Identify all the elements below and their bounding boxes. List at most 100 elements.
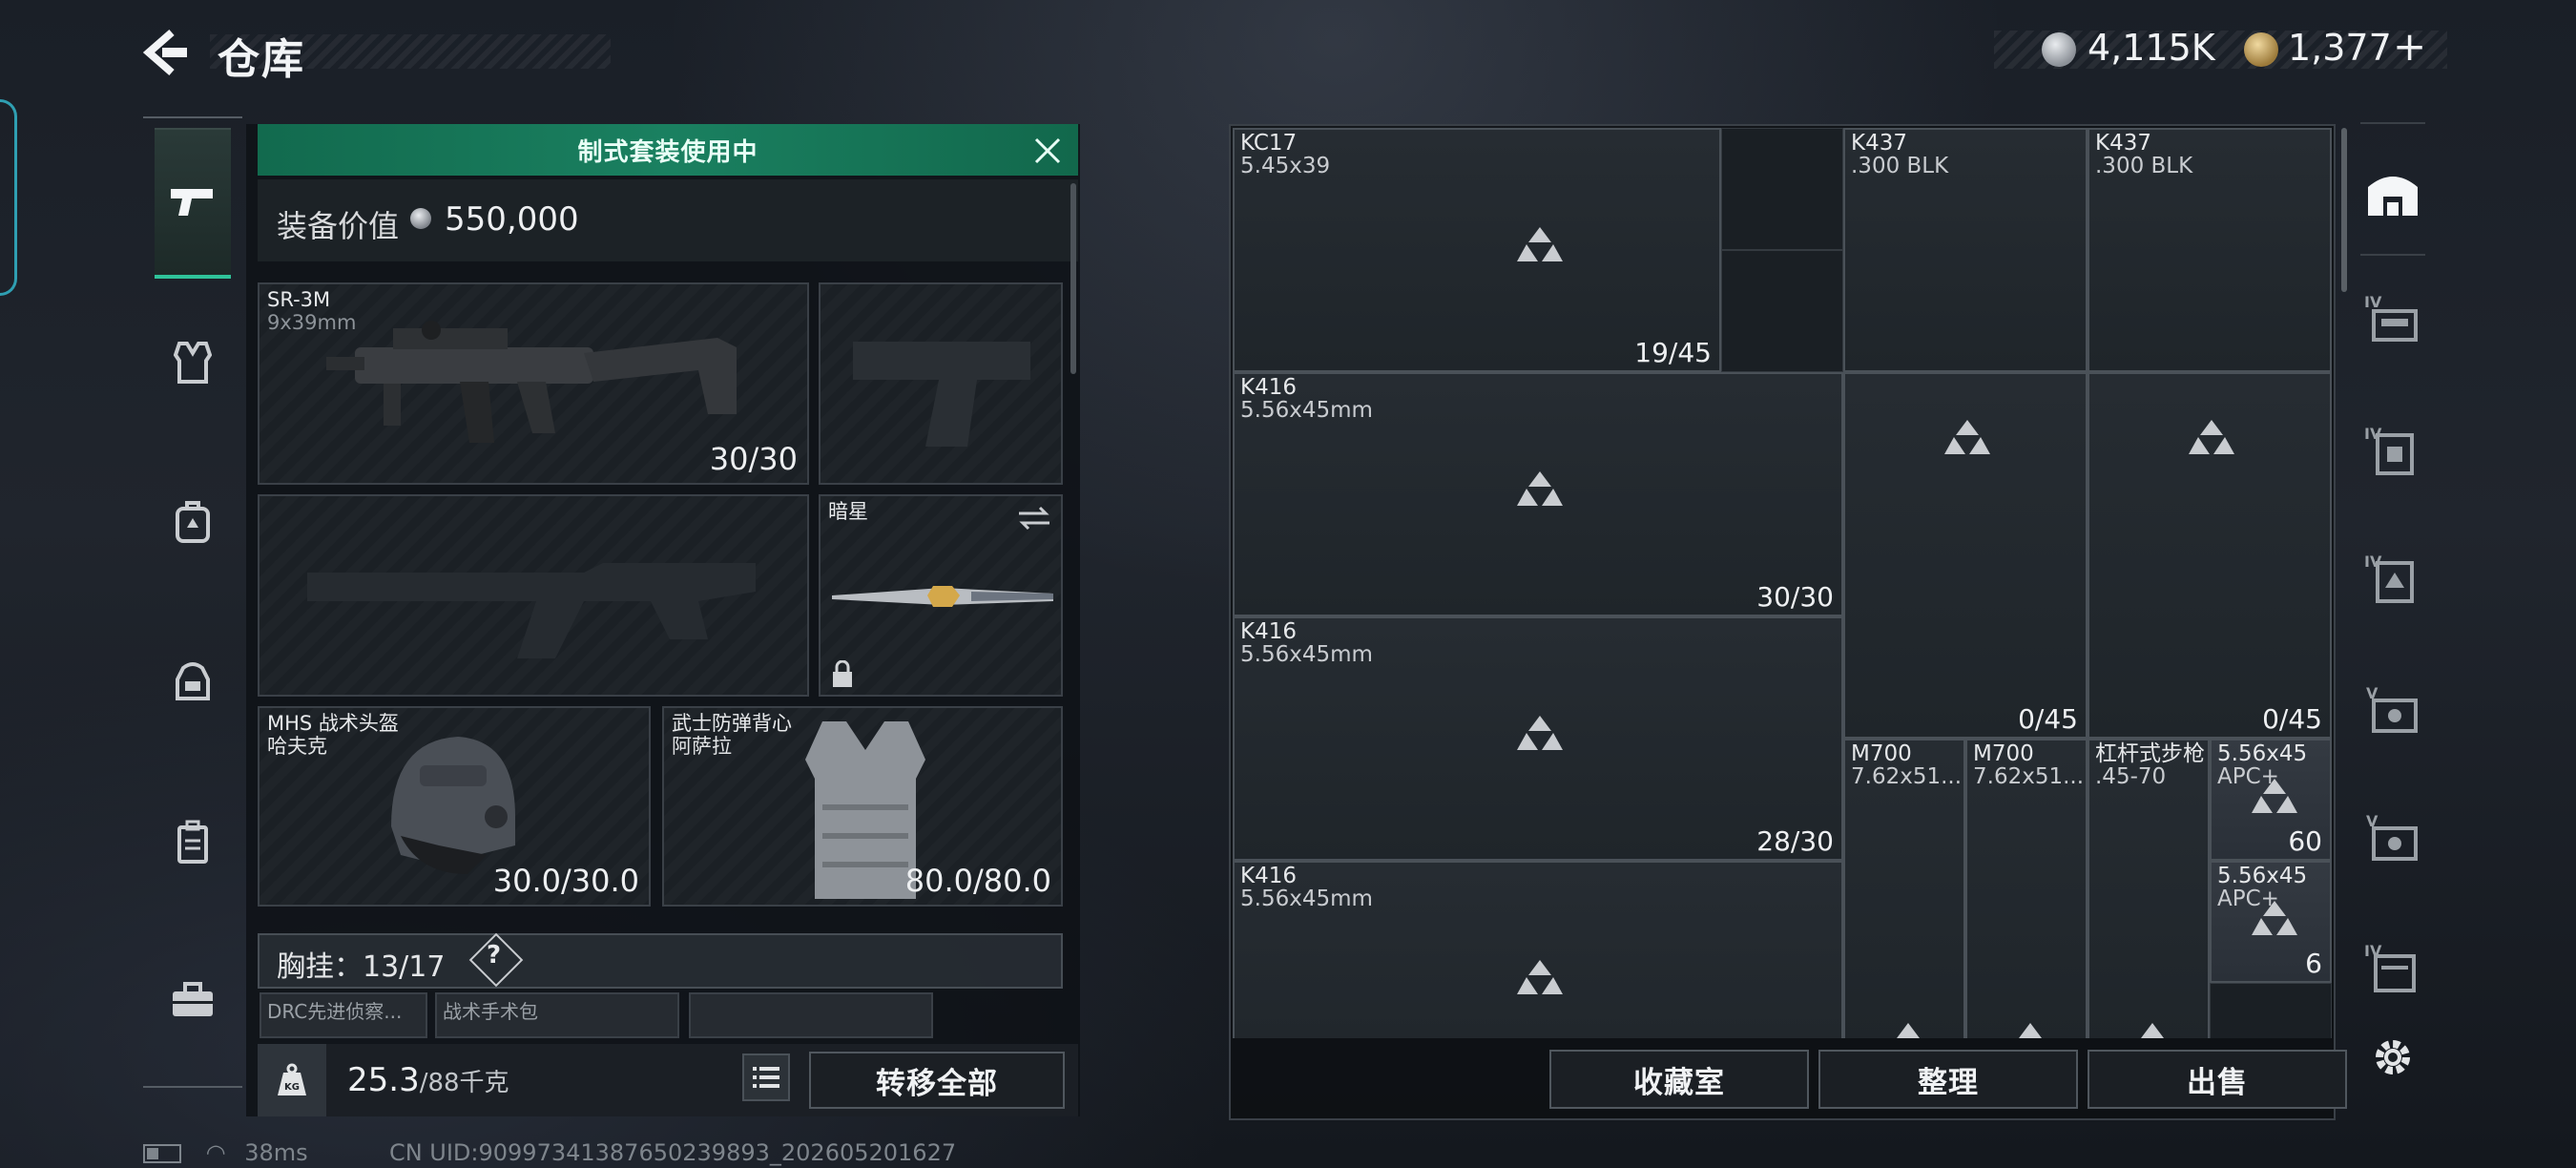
sidearm-slot[interactable] <box>819 282 1063 485</box>
chest-item-name: 战术手术包 <box>443 1000 538 1023</box>
storage-item[interactable]: KC17 5.45x39 19/45 <box>1233 128 1721 372</box>
loadout-scrollbar[interactable] <box>1070 183 1076 374</box>
item-subtitle: 5.45x39 <box>1240 154 1331 178</box>
storage-item[interactable]: 5.56x45 APC+ 60 <box>2210 739 2332 861</box>
weight-max: /88千克 <box>419 1069 509 1097</box>
helmet-durability: 30.0/30.0 <box>492 863 639 899</box>
silver-coin-icon <box>2042 32 2076 67</box>
item-count: 0/45 <box>2262 703 2322 735</box>
pistol-silhouette-icon <box>853 342 1030 447</box>
storage-tab-v-2[interactable]: V <box>2358 803 2427 872</box>
equipment-value: 550,000 <box>445 200 579 239</box>
collection-room-button[interactable]: 收藏室 <box>1549 1050 1809 1109</box>
storage-item[interactable]: 5.56x45 APC+ 6 <box>2210 861 2332 983</box>
storage-item[interactable]: K437 .300 BLK <box>1843 128 2088 372</box>
rifle-silhouette-icon <box>307 563 756 658</box>
item-name: K416 <box>1240 619 1297 644</box>
add-gold-button[interactable]: + <box>2393 23 2426 70</box>
storage-tab-iv-4[interactable]: IV <box>2358 933 2427 1002</box>
chest-item-slot[interactable]: 战术手术包 <box>435 992 679 1038</box>
silver-balance: 4,115K <box>2088 27 2215 69</box>
warehouse-icon <box>2368 177 2418 216</box>
item-name: K416 <box>1240 375 1297 400</box>
nav-tab-weapons[interactable] <box>155 128 231 279</box>
item-placeholder-icon <box>1517 716 1563 750</box>
storage-item[interactable]: M700 7.62x51... <box>1965 739 2088 1038</box>
chest-item-slot[interactable]: DRC先进侦察... <box>260 992 427 1038</box>
item-placeholder-icon <box>1944 420 1990 454</box>
silver-coin-icon <box>410 208 431 229</box>
armor-slot[interactable]: 武士防弹背心 阿萨拉 80.0/80.0 <box>662 706 1063 907</box>
organize-button[interactable]: 整理 <box>1818 1050 2078 1109</box>
storage-tab-iv-3[interactable]: IV <box>2358 544 2427 613</box>
sell-button[interactable]: 出售 <box>2088 1050 2347 1109</box>
item-placeholder-icon <box>1897 1023 1920 1038</box>
storage-tab-iv-1[interactable]: IV <box>2358 284 2427 353</box>
secondary-weapon-slot[interactable] <box>258 494 809 697</box>
chest-item-name: DRC先进侦察... <box>267 1000 403 1023</box>
storage-item[interactable]: 0/45 <box>1843 372 2088 739</box>
page-title: 仓库 <box>218 35 305 84</box>
nav-tab-toolbox[interactable] <box>155 962 231 1038</box>
armor-durability: 80.0/80.0 <box>904 863 1051 899</box>
equipment-value-label: 装备价值 <box>277 208 400 244</box>
chest-rig-label: 胸挂：13/17 <box>277 943 445 985</box>
chest-rig-colon: ： <box>334 950 363 984</box>
primary-weapon-ammo: 30/30 <box>709 441 798 477</box>
storage-item[interactable]: K416 5.56x45mm 28/30 <box>1233 616 1843 861</box>
grid-cell[interactable] <box>1721 128 1843 250</box>
nav-tab-container[interactable] <box>155 803 231 880</box>
storage-item[interactable]: 杠杆式步枪 .45-70 <box>2088 739 2210 1038</box>
pistol-icon <box>171 189 213 216</box>
storage-item[interactable]: M700 7.62x51... <box>1843 739 1965 1038</box>
lock-icon <box>833 660 852 687</box>
vest-icon <box>174 342 212 384</box>
nav-tab-backpack[interactable] <box>155 483 231 559</box>
battery-icon <box>143 1144 181 1163</box>
item-placeholder-icon <box>2252 779 2297 813</box>
item-placeholder-icon <box>1517 471 1563 506</box>
item-placeholder-icon <box>1517 960 1563 994</box>
gold-coin-icon <box>2244 32 2278 67</box>
storage-item[interactable]: K437 .300 BLK <box>2088 128 2332 372</box>
storage-box-icon: IV <box>2364 425 2414 475</box>
storage-item[interactable]: K416 5.56x45mm 30/30 <box>1233 372 1843 616</box>
wifi-icon: ◠ <box>205 1139 226 1166</box>
storage-box-icon: IV <box>2364 293 2418 342</box>
nav-tab-armor[interactable] <box>155 324 231 401</box>
item-subtitle: 7.62x51... <box>1851 764 1963 789</box>
swap-icon[interactable] <box>1017 504 1051 532</box>
chest-rig-capacity: 13/17 <box>363 950 446 984</box>
list-view-button[interactable] <box>742 1053 790 1101</box>
storage-tab-all[interactable] <box>2358 158 2427 227</box>
helmet-slot[interactable]: MHS 战术头盔 哈夫克 30.0/30.0 <box>258 706 651 907</box>
rail-divider <box>2360 122 2425 124</box>
back-arrow-icon[interactable] <box>143 29 187 76</box>
transfer-all-button[interactable]: 转移全部 <box>809 1052 1065 1109</box>
storage-item[interactable]: K416 5.56x45mm <box>1233 861 1843 1038</box>
storage-item[interactable]: 0/45 <box>2088 372 2332 739</box>
primary-weapon-slot[interactable]: SR-3M 9x39mm 30/30 <box>258 282 809 485</box>
storage-tab-v-1[interactable]: V <box>2358 676 2427 744</box>
close-icon[interactable] <box>1032 136 1063 166</box>
chest-item-slot[interactable] <box>689 992 933 1038</box>
storage-tab-iv-2[interactable]: IV <box>2358 416 2427 485</box>
nav-divider <box>143 116 242 118</box>
item-placeholder-icon <box>2189 420 2234 454</box>
armor-brand: 阿萨拉 <box>672 735 732 758</box>
storage-scrollbar[interactable] <box>2341 128 2347 292</box>
rail-divider <box>2360 254 2425 256</box>
grid-cell[interactable] <box>1721 250 1843 372</box>
item-count: 6 <box>2305 948 2322 979</box>
melee-slot[interactable]: 暗星 <box>819 494 1063 697</box>
settings-button[interactable] <box>2358 1023 2427 1092</box>
nav-tab-pouch[interactable] <box>155 643 231 720</box>
left-edge-tab[interactable] <box>0 99 17 296</box>
melee-name: 暗星 <box>828 500 868 523</box>
item-name: KC17 <box>1240 131 1298 156</box>
svg-text:IV: IV <box>2364 293 2382 311</box>
toolbox-icon <box>173 982 213 1016</box>
gear-icon <box>2376 1040 2410 1074</box>
grid-cell[interactable] <box>2210 983 2332 1038</box>
storage-grid: KC17 5.45x39 19/45 K437 .300 BLK K437 .3… <box>1233 128 2332 1038</box>
